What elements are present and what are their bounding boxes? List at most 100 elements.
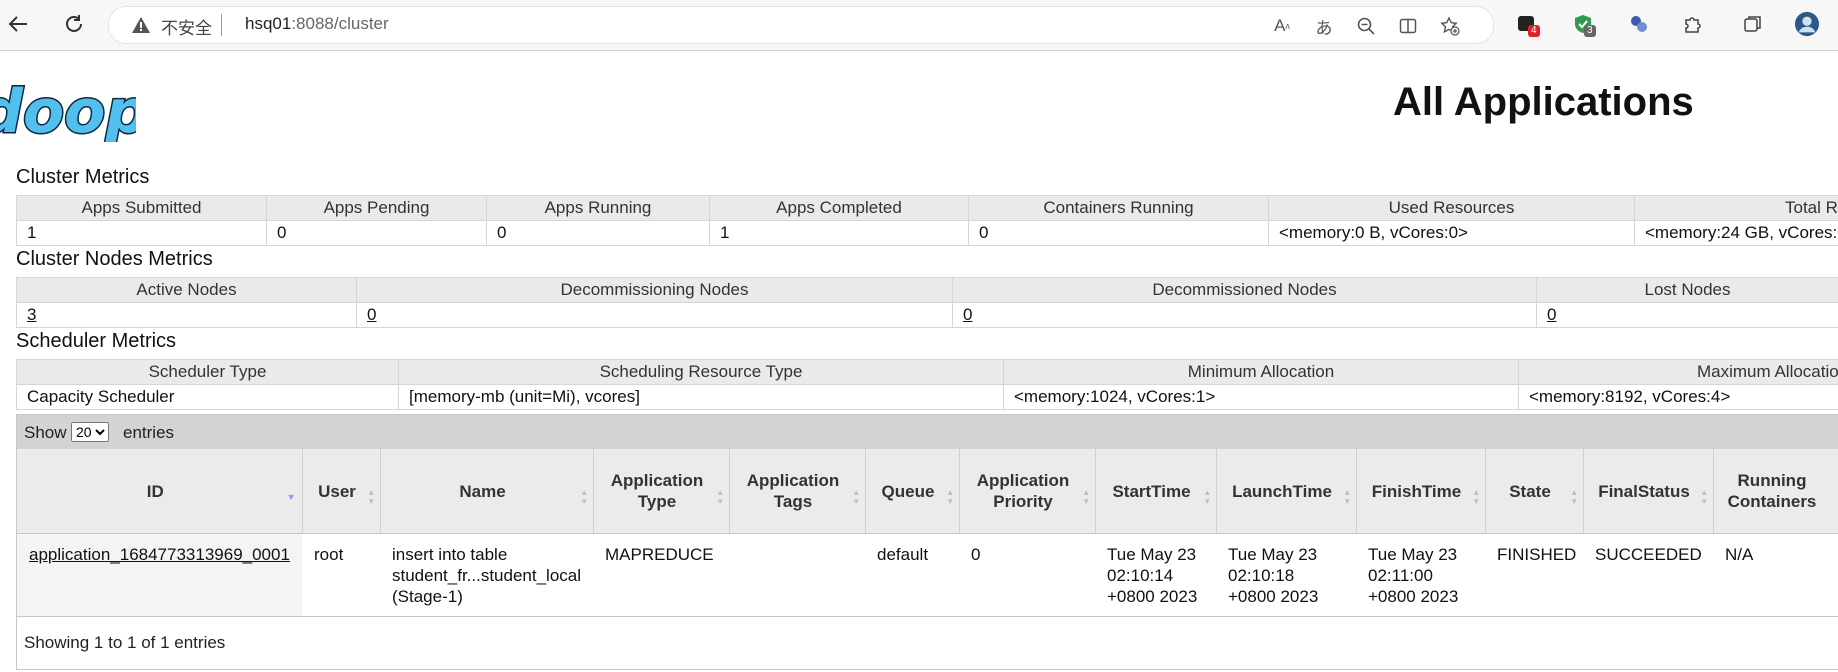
col-state[interactable]: State ▴ ▾ bbox=[1485, 449, 1584, 534]
address-bar[interactable]: 不安全 hsq01:8088/cluster Aʌ あ bbox=[108, 6, 1494, 44]
application-id-link[interactable]: application_1684773313969_0001 bbox=[29, 545, 290, 564]
col-name-label: Name bbox=[459, 481, 506, 501]
col-id[interactable]: ID ▼ bbox=[17, 449, 303, 534]
show-entries-bar: Show 20 entries bbox=[17, 415, 1838, 449]
page-title: All Applications bbox=[1393, 80, 1694, 124]
value-decommissioning-nodes: 0 bbox=[356, 302, 953, 328]
value-apps-running: 0 bbox=[486, 220, 710, 246]
col-application-type[interactable]: Application Type ▴ ▾ bbox=[593, 449, 730, 534]
page-size-select[interactable]: 20 bbox=[71, 422, 109, 442]
hadoop-logo: doop bbox=[0, 74, 150, 149]
col-user[interactable]: User ▴ ▾ bbox=[302, 449, 381, 534]
header-scheduling-resource-type: Scheduling Resource Type bbox=[398, 359, 1004, 385]
url-separator bbox=[221, 14, 222, 36]
extension-badge-1: 4 bbox=[1528, 25, 1540, 37]
sort-icon: ▴ ▾ bbox=[1473, 487, 1479, 506]
browser-toolbar: 不安全 hsq01:8088/cluster Aʌ あ 4 3 bbox=[0, 0, 1838, 51]
extensions-puzzle-icon[interactable] bbox=[1680, 11, 1706, 37]
col-finalstatus-label: FinalStatus bbox=[1598, 481, 1690, 501]
cell-priority: 0 bbox=[959, 533, 1095, 617]
col-finishtime[interactable]: FinishTime ▴ ▾ bbox=[1356, 449, 1486, 534]
decommissioned-nodes-link[interactable]: 0 bbox=[963, 305, 972, 324]
col-finalstatus[interactable]: FinalStatus ▴ ▾ bbox=[1583, 449, 1714, 534]
cell-id: application_1684773313969_0001 bbox=[17, 533, 302, 617]
decommissioning-nodes-link[interactable]: 0 bbox=[367, 305, 376, 324]
col-running-containers[interactable]: Running Containers bbox=[1713, 449, 1838, 534]
insecure-label[interactable]: 不安全 bbox=[161, 14, 212, 39]
col-state-label: State bbox=[1509, 481, 1551, 501]
col-queue-label: Queue bbox=[881, 481, 935, 501]
sort-icon: ▴ ▾ bbox=[1701, 487, 1707, 506]
extension-icon-1[interactable]: 4 bbox=[1514, 11, 1540, 37]
url-text[interactable]: hsq01:8088/cluster bbox=[245, 14, 389, 34]
sort-icon: ▴ ▾ bbox=[1204, 487, 1210, 506]
cell-type: MAPREDUCE bbox=[593, 533, 729, 617]
favorite-add-icon[interactable] bbox=[1439, 15, 1461, 37]
cell-running-containers: N/A bbox=[1713, 533, 1838, 617]
cell-finishtime: Tue May 23 02:11:00 +0800 2023 bbox=[1356, 533, 1485, 617]
cell-name: insert into table student_fr...student_l… bbox=[380, 533, 593, 617]
reload-icon[interactable] bbox=[60, 10, 88, 38]
profile-avatar[interactable] bbox=[1794, 11, 1820, 37]
extension-icon-3[interactable] bbox=[1626, 11, 1652, 37]
header-minimum-allocation: Minimum Allocation bbox=[1003, 359, 1519, 385]
table-row: application_1684773313969_0001 root inse… bbox=[17, 533, 1838, 617]
col-launchtime[interactable]: LaunchTime ▴ ▾ bbox=[1216, 449, 1357, 534]
col-starttime[interactable]: StartTime ▴ ▾ bbox=[1095, 449, 1217, 534]
header-scheduler-type: Scheduler Type bbox=[16, 359, 399, 385]
col-application-priority[interactable]: Application Priority ▴ ▾ bbox=[959, 449, 1096, 534]
logo-text: doop bbox=[0, 77, 136, 142]
header-containers-running: Containers Running bbox=[968, 195, 1269, 221]
col-finishtime-label: FinishTime bbox=[1371, 481, 1462, 501]
extension-badge-2: 3 bbox=[1584, 25, 1596, 37]
sort-icon: ▴ ▾ bbox=[853, 487, 859, 506]
header-maximum-allocation: Maximum Allocatio bbox=[1518, 359, 1838, 385]
table-info: Showing 1 to 1 of 1 entries bbox=[24, 633, 226, 652]
extension-icon-2[interactable]: 3 bbox=[1570, 11, 1596, 37]
col-name[interactable]: Name ▴ ▾ bbox=[380, 449, 594, 534]
col-application-tags[interactable]: Application Tags ▴ ▾ bbox=[729, 449, 866, 534]
scheduler-metrics-table: Scheduler Type Scheduling Resource Type … bbox=[16, 359, 1838, 410]
active-nodes-link[interactable]: 3 bbox=[27, 305, 36, 324]
collections-icon[interactable] bbox=[1740, 11, 1766, 37]
entries-label: entries bbox=[123, 423, 175, 442]
cluster-metrics-title: Cluster Metrics bbox=[16, 166, 150, 188]
cell-tags bbox=[729, 533, 865, 617]
value-used-resources: <memory:0 B, vCores:0> bbox=[1268, 220, 1635, 246]
col-application-type-label: Application Type bbox=[610, 471, 704, 511]
col-running-containers-label: Running Containers bbox=[1727, 471, 1817, 511]
col-application-priority-label: Application Priority bbox=[976, 471, 1070, 511]
header-used-resources: Used Resources bbox=[1268, 195, 1635, 221]
lost-nodes-link[interactable]: 0 bbox=[1547, 305, 1556, 324]
cell-queue: default bbox=[865, 533, 959, 617]
col-launchtime-label: LaunchTime bbox=[1232, 481, 1332, 501]
col-starttime-label: StartTime bbox=[1112, 481, 1191, 501]
sort-icon: ▴ ▾ bbox=[368, 487, 374, 506]
sort-icon: ▴ ▾ bbox=[947, 487, 953, 506]
cell-state: FINISHED bbox=[1485, 533, 1583, 617]
value-containers-running: 0 bbox=[968, 220, 1269, 246]
col-id-label: ID bbox=[146, 481, 164, 501]
value-total-resources: <memory:24 GB, vCores:2 bbox=[1634, 220, 1838, 246]
nodes-metrics-table: Active Nodes Decommissioning Nodes Decom… bbox=[16, 277, 1838, 328]
back-icon[interactable] bbox=[4, 10, 32, 38]
sort-icon: ▴ ▾ bbox=[1083, 487, 1089, 506]
show-label: Show bbox=[24, 423, 67, 442]
split-screen-icon[interactable] bbox=[1397, 15, 1419, 37]
applications-panel: Show 20 entries ID ▼ User ▴ ▾ Name ▴ ▾ Applic… bbox=[16, 414, 1838, 670]
value-apps-completed: 1 bbox=[709, 220, 969, 246]
col-queue[interactable]: Queue ▴ ▾ bbox=[865, 449, 960, 534]
value-apps-submitted: 1 bbox=[16, 220, 267, 246]
header-decommissioned-nodes: Decommissioned Nodes bbox=[952, 277, 1537, 303]
zoom-out-icon[interactable] bbox=[1355, 15, 1377, 37]
translate-icon[interactable]: あ bbox=[1313, 15, 1335, 38]
header-apps-running: Apps Running bbox=[486, 195, 710, 221]
header-lost-nodes: Lost Nodes bbox=[1536, 277, 1838, 303]
value-apps-pending: 0 bbox=[266, 220, 487, 246]
read-aloud-icon[interactable]: Aʌ bbox=[1271, 15, 1293, 37]
applications-table: ID ▼ User ▴ ▾ Name ▴ ▾ Application Type ▴ ▾ App… bbox=[17, 449, 1838, 617]
value-scheduler-type: Capacity Scheduler bbox=[16, 384, 399, 410]
value-scheduling-resource-type: [memory-mb (unit=Mi), vcores] bbox=[398, 384, 1004, 410]
url-host: hsq01 bbox=[245, 14, 292, 33]
header-active-nodes: Active Nodes bbox=[16, 277, 357, 303]
